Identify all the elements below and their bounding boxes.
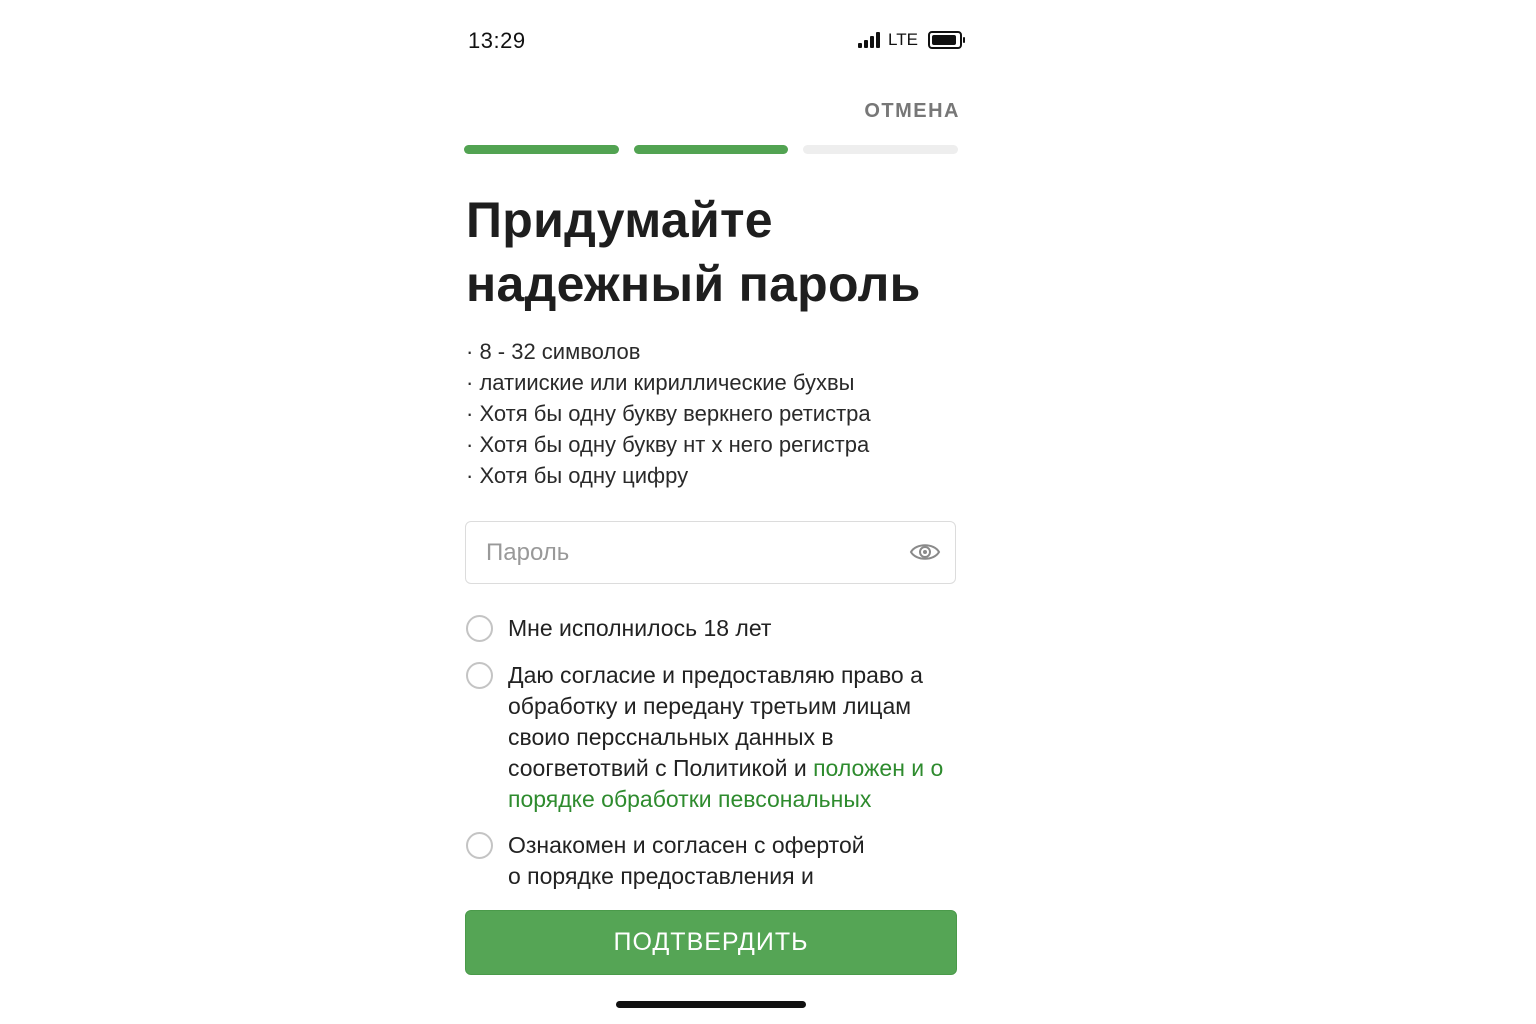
page-title-line-2: надежный пароль	[466, 256, 921, 312]
consent-personal-data-row: Даю согласие и предоставляю право а обра…	[466, 662, 966, 822]
confirm-button[interactable]: ПОДТВЕРДИТЬ	[465, 910, 957, 975]
step-progress	[464, 145, 959, 154]
eye-icon[interactable]	[909, 539, 941, 565]
consent-age-label: Мне исполнилось 18 лет	[508, 615, 772, 641]
cancel-button[interactable]: ОТМЕНА	[850, 100, 960, 123]
requirement-item: · 8 - 32 символов	[466, 339, 641, 364]
progress-step-2	[633, 145, 789, 154]
password-input[interactable]	[484, 522, 888, 584]
password-field[interactable]	[465, 521, 956, 584]
screen: 13:29 LTE ОТМЕНА Придумайте надежный пар…	[0, 0, 1536, 1024]
requirement-item: · Хотя бы одну букву нт х него регистра	[466, 432, 870, 457]
password-requirements: · 8 - 32 символов · латиискиe или кирилл…	[466, 336, 871, 491]
consent-offer-checkbox[interactable]	[466, 832, 493, 859]
consent-offer-label: Ознакомен и согласен с офертой о порядке…	[508, 830, 958, 892]
status-time: 13:29	[468, 28, 526, 53]
consent-offer-line-1: Ознакомен и согласен с офертой	[508, 832, 865, 858]
page-title-line-1: Придумайте	[466, 192, 773, 248]
consent-age-checkbox[interactable]	[466, 615, 493, 642]
consent-personal-data-checkbox[interactable]	[466, 662, 493, 689]
network-type: LTE	[888, 30, 918, 49]
page-title: Придумайте надежный пароль	[466, 188, 966, 316]
consent-age-row: Мне исполнилось 18 лет	[466, 615, 966, 647]
requirement-item: · латиискиe или кириллические бухвы	[466, 370, 855, 395]
status-icons: LTE	[858, 30, 965, 50]
progress-step-3	[803, 145, 959, 154]
consent-personal-data-label: Даю согласие и предоставляю право а обра…	[508, 660, 958, 815]
consent-offer-line-2: о порядке предоставления и	[508, 863, 814, 889]
requirement-item: · Хотя бы одну букву веркнего ретистра	[466, 401, 871, 426]
progress-step-1	[464, 145, 619, 154]
battery-icon	[927, 31, 965, 49]
consent-offer-row: Ознакомен и согласен с офертой о порядке…	[466, 832, 966, 896]
home-indicator	[616, 1001, 806, 1008]
requirement-item: · Хотя бы одну цифру	[466, 463, 689, 488]
signal-icon	[858, 32, 880, 48]
